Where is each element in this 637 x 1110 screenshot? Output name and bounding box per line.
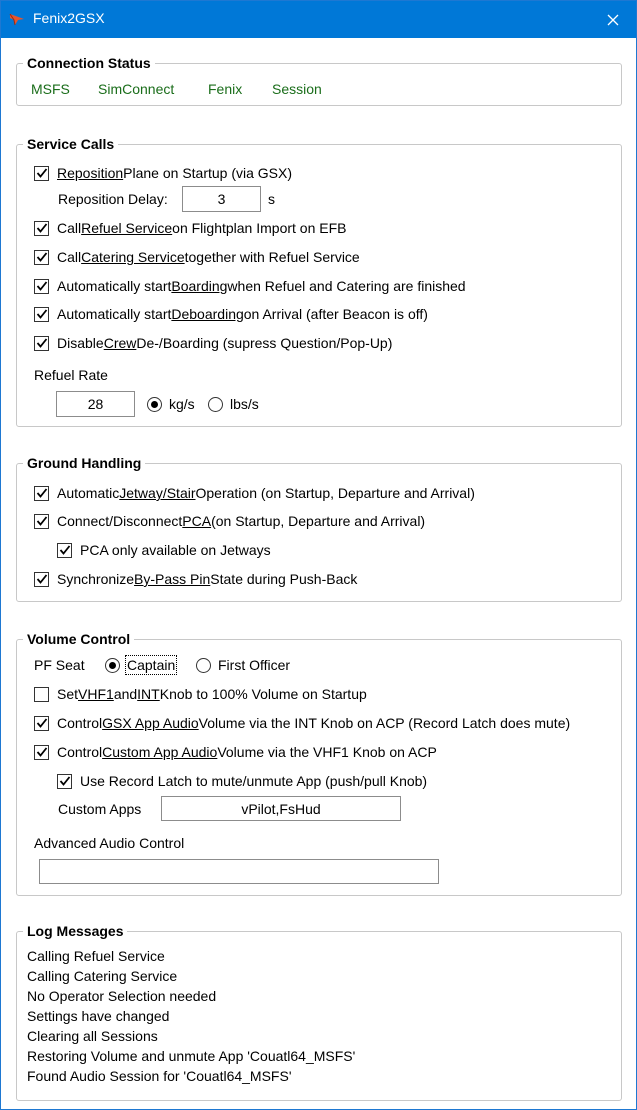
boarding-checkbox[interactable]: Automatically start Boarding when Refuel… [34,276,466,296]
refuel-checkbox[interactable]: Call Refuel Service on Flightplan Import… [34,218,346,238]
first-officer-radio[interactable]: First Officer [196,655,290,675]
deboarding-checkbox[interactable]: Automatically start Deboarding on Arriva… [34,304,428,324]
checkmark-icon [36,338,47,348]
status-fenix: Fenix [208,81,243,97]
plane-logo-icon [9,13,24,26]
service-calls-legend: Service Calls [23,134,119,154]
status-session: Session [272,81,322,97]
app-window: Fenix2GSX Connection Status MSFS SimConn… [0,0,637,1110]
gsx-audio-checkbox[interactable]: Control GSX App Audio Volume via the INT… [34,713,570,733]
catering-checkbox[interactable]: Call Catering Service together with Refu… [34,247,360,267]
checkmark-icon [36,747,47,757]
close-icon [607,14,619,25]
vhf1-int-checkbox[interactable]: Set VHF1 and INT Knob to 100% Volume on … [34,684,367,704]
refuel-rate-label: Refuel Rate [34,367,108,383]
ground-handling-legend: Ground Handling [23,453,146,473]
reposition-delay-label: Reposition Delay: [58,191,168,207]
checkmark-icon [36,309,47,319]
checkbox-box[interactable] [57,773,72,789]
ground-handling-group: Ground Handling Automatic Jetway/Stair O… [16,453,622,602]
checkmark-icon [36,574,47,584]
jetway-checkbox[interactable]: Automatic Jetway/Stair Operation (on Sta… [34,483,475,503]
checkbox-box[interactable] [34,220,49,236]
checkbox-box[interactable] [34,335,49,351]
checkmark-icon [36,718,47,728]
checkmark-icon [36,223,47,233]
reposition-delay-unit: s [268,191,275,207]
checkbox-box[interactable] [34,249,49,265]
checkbox-box[interactable] [34,513,49,529]
log-messages-legend: Log Messages [23,921,128,941]
status-simconnect: SimConnect [98,81,175,97]
checkmark-icon [36,516,47,526]
volume-control-legend: Volume Control [23,629,135,649]
checkbox-box[interactable] [34,165,49,181]
custom-audio-checkbox[interactable]: Control Custom App Audio Volume via the … [34,742,437,762]
log-line: Settings have changed [27,1008,170,1024]
bypass-checkbox[interactable]: Synchronize By-Pass Pin State during Pus… [34,569,357,589]
custom-apps-input[interactable]: vPilot,FsHud [161,796,401,821]
checkmark-icon [36,252,47,262]
main-content: Connection Status MSFS SimConnect Fenix … [1,38,636,1109]
log-line: Restoring Volume and unmute App 'Couatl6… [27,1048,356,1064]
unit-lbs-radio[interactable]: lbs/s [208,394,259,414]
checkmark-icon [59,776,70,786]
checkbox-box[interactable] [34,278,49,294]
status-msfs: MSFS [31,81,70,97]
checkbox-box[interactable] [57,542,72,558]
checkmark-icon [36,488,47,498]
service-calls-group: Service Calls Reposition Plane on Startu… [16,134,622,427]
log-line: No Operator Selection needed [27,988,217,1004]
radio-circle[interactable] [105,657,120,673]
checkbox-box[interactable] [34,306,49,322]
log-line: Calling Refuel Service [27,948,165,964]
checkbox-box[interactable] [34,571,49,587]
close-button[interactable] [590,1,636,38]
log-messages-group: Log Messages Calling Refuel Service Call… [16,921,622,1101]
checkbox-box[interactable] [34,715,49,731]
checkbox-box[interactable] [34,744,49,760]
reposition-checkbox[interactable]: Reposition Plane on Startup (via GSX) [34,163,292,183]
advanced-audio-label: Advanced Audio Control [34,835,185,851]
record-latch-checkbox[interactable]: Use Record Latch to mute/unmute App (pus… [57,771,427,791]
reposition-delay-input[interactable]: 3 [182,186,261,212]
window-title: Fenix2GSX [33,10,105,26]
title-bar: Fenix2GSX [1,1,636,38]
connection-status-legend: Connection Status [23,53,155,73]
refuel-rate-input[interactable]: 28 [56,391,135,417]
connection-status-group: Connection Status MSFS SimConnect Fenix … [16,53,622,106]
log-line: Found Audio Session for 'Couatl64_MSFS' [27,1068,292,1084]
checkmark-icon [36,281,47,291]
advanced-audio-input[interactable] [39,859,439,884]
captain-radio[interactable]: Captain [105,655,178,675]
checkbox-box[interactable] [34,686,49,702]
checkbox-box[interactable] [34,485,49,501]
unit-kg-radio[interactable]: kg/s [147,394,195,414]
checkmark-icon [59,545,70,555]
radio-circle[interactable] [147,396,162,412]
volume-control-group: Volume Control PF Seat Captain First Off… [16,629,622,896]
radio-circle[interactable] [208,396,223,412]
pca-jetways-checkbox[interactable]: PCA only available on Jetways [57,540,271,560]
checkmark-icon [36,168,47,178]
log-line: Clearing all Sessions [27,1028,158,1044]
reposition-link: Reposition [57,165,124,181]
pf-seat-label: PF Seat [34,657,85,673]
radio-circle[interactable] [196,657,211,673]
log-line: Calling Catering Service [27,968,178,984]
pca-checkbox[interactable]: Connect/Disconnect PCA (on Startup, Depa… [34,511,425,531]
custom-apps-label: Custom Apps [58,801,142,817]
crew-checkbox[interactable]: Disable Crew De-/Boarding (supress Quest… [34,333,392,353]
